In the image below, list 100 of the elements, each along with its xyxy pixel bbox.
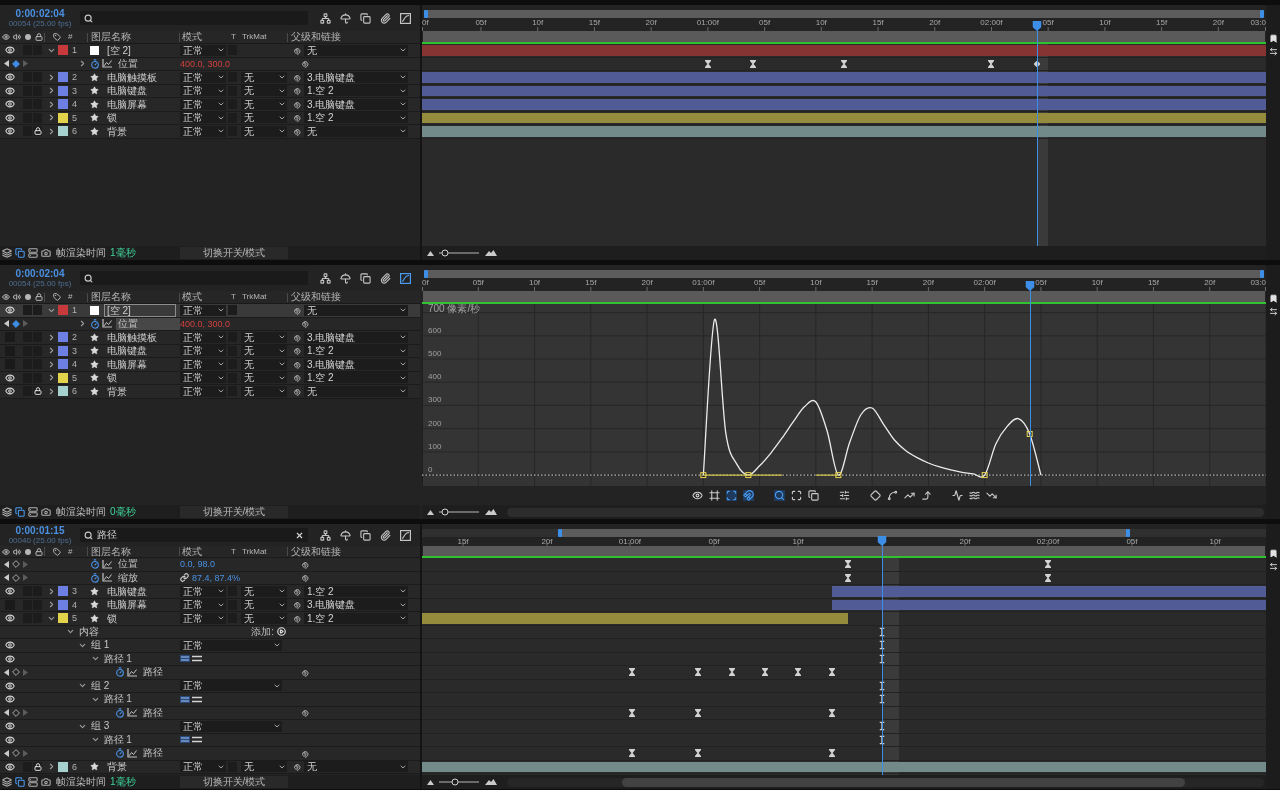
hourglass-keyframe-icon[interactable]: [795, 668, 801, 677]
label-color-swatch[interactable]: [58, 761, 68, 772]
paperclip-icon[interactable]: [380, 12, 391, 24]
current-time[interactable]: 0:00:02:04: [15, 268, 65, 279]
maximize-icon[interactable]: [790, 490, 802, 501]
layer-row[interactable]: 1 [空 2] 正常 无: [0, 44, 420, 58]
layer-bar[interactable]: [422, 761, 1266, 772]
chevron-right-icon[interactable]: [47, 86, 56, 96]
label-color-swatch[interactable]: [58, 372, 68, 383]
blend-mode-dropdown[interactable]: 正常: [180, 385, 226, 397]
layer-name[interactable]: 电脑屏幕: [104, 598, 150, 612]
stopwatch-icon[interactable]: [115, 707, 125, 718]
server-icon[interactable]: [28, 248, 38, 258]
close-icon[interactable]: [295, 530, 304, 540]
label-color-swatch[interactable]: [58, 72, 68, 83]
diamond-icon[interactable]: [12, 59, 20, 68]
parent-dropdown[interactable]: 1.空 2: [304, 612, 408, 624]
blend-mode-dropdown[interactable]: 正常: [180, 358, 226, 370]
hourglass-keyframe-icon[interactable]: [750, 59, 757, 68]
blend-mode-dropdown[interactable]: 正常: [180, 125, 226, 137]
blend-mode-dropdown[interactable]: 正常: [180, 585, 226, 597]
curve-box-icon[interactable]: [400, 12, 411, 24]
triangle-left-icon[interactable]: [4, 749, 9, 757]
eye-icon[interactable]: [5, 126, 15, 137]
column-header[interactable]: 图层名称: [88, 31, 131, 43]
umbrella-icon[interactable]: [340, 12, 351, 24]
label-color-swatch[interactable]: [58, 586, 68, 597]
layer-row[interactable]: 6 背景 正常 无 无: [0, 125, 420, 139]
blend-mode-dropdown[interactable]: 正常: [180, 304, 226, 316]
horizontal-scrollbar[interactable]: [507, 777, 1264, 787]
search-icon[interactable]: [773, 490, 785, 501]
column-header[interactable]: TrkMat: [242, 546, 267, 557]
graph-icon[interactable]: [127, 667, 137, 677]
hourglass-keyframe-icon[interactable]: [829, 749, 835, 758]
label-color-swatch[interactable]: [58, 85, 68, 96]
column-header[interactable]: 父级和链接: [288, 545, 341, 558]
chevron-right-icon[interactable]: [47, 600, 56, 610]
graph-icon[interactable]: [102, 59, 112, 69]
keyframe-marker[interactable]: [700, 472, 707, 479]
group-name[interactable]: 组 2: [91, 679, 110, 692]
parent-dropdown[interactable]: 3.电脑键盘: [304, 331, 408, 343]
lines-icon[interactable]: [192, 655, 202, 663]
layer-name[interactable]: 电脑键盘: [104, 584, 150, 598]
track-matte-dropdown[interactable]: 无: [241, 345, 287, 357]
camera-icon[interactable]: [41, 777, 51, 787]
network-icon[interactable]: [320, 12, 331, 24]
large-mountain-icon[interactable]: [485, 509, 497, 515]
small-mountain-icon[interactable]: [427, 779, 434, 785]
scrollbar-thumb[interactable]: [622, 777, 1185, 787]
label-color-swatch[interactable]: [58, 305, 68, 316]
navigator-start-handle[interactable]: [558, 529, 562, 537]
zoom-slider-thumb[interactable]: [441, 249, 449, 257]
spiral-icon[interactable]: [300, 708, 309, 718]
stopwatch-icon[interactable]: [90, 318, 100, 329]
blend-mode-dropdown[interactable]: 正常: [180, 98, 226, 110]
property-value[interactable]: 87.4, 87.4%: [192, 571, 241, 584]
hourglass-keyframe-icon[interactable]: [1045, 560, 1051, 569]
lock-toggle[interactable]: [33, 126, 42, 137]
blend-mode-dropdown[interactable]: 正常: [180, 599, 226, 611]
frame-icon[interactable]: [708, 490, 720, 501]
camera-icon[interactable]: [41, 248, 51, 258]
eye-icon[interactable]: [5, 386, 15, 397]
chevron-right-icon[interactable]: [47, 762, 56, 772]
umbrella-icon[interactable]: [340, 272, 351, 284]
layer-name[interactable]: 电脑键盘: [104, 344, 150, 358]
layer-row[interactable]: 4 电脑屏幕 正常 无 3.电脑键盘: [0, 358, 420, 372]
parent-dropdown[interactable]: 无: [304, 304, 408, 316]
parent-dropdown[interactable]: 无: [304, 125, 408, 137]
blend-mode-dropdown[interactable]: 正常: [180, 720, 282, 732]
parent-dropdown[interactable]: 1.空 2: [304, 585, 408, 597]
blend-mode-dropdown[interactable]: 正常: [180, 680, 282, 692]
hourglass-keyframe-icon[interactable]: [695, 708, 701, 717]
lines-box-icon[interactable]: [180, 736, 190, 744]
spiral-icon[interactable]: [300, 667, 309, 677]
property-name[interactable]: 位置: [116, 558, 180, 571]
eye-icon[interactable]: [5, 640, 15, 651]
layers-icon[interactable]: [2, 248, 12, 258]
paperclip-icon[interactable]: [380, 272, 391, 284]
toggle-switches-modes-button[interactable]: 切换开关/模式: [180, 247, 288, 259]
label-color-swatch[interactable]: [58, 332, 68, 343]
current-time[interactable]: 0:00:01:15: [15, 525, 65, 536]
label-color-swatch[interactable]: [58, 112, 68, 123]
track-matte-dropdown[interactable]: 无: [241, 612, 287, 624]
column-header[interactable]: 模式: [180, 291, 202, 303]
group-row[interactable]: 组 3 正常: [0, 720, 420, 734]
parent-dropdown[interactable]: 无: [304, 761, 408, 773]
label-color-swatch[interactable]: [58, 359, 68, 370]
copy-icon[interactable]: [360, 272, 371, 284]
keyframe-marker[interactable]: [981, 472, 988, 479]
layer-name[interactable]: 背景: [104, 760, 130, 774]
group-name[interactable]: 组 1: [91, 639, 110, 652]
layers-icon[interactable]: [2, 777, 12, 787]
curve-box-icon[interactable]: [400, 272, 411, 284]
graph-icon[interactable]: [102, 559, 112, 569]
arrow-left-right-icon[interactable]: [1268, 562, 1278, 571]
column-header[interactable]: 图层名称: [88, 291, 131, 303]
track-matte-dropdown[interactable]: 无: [241, 125, 287, 137]
column-header[interactable]: 父级和链接: [288, 291, 341, 303]
hourglass-keyframe-icon[interactable]: [695, 668, 701, 677]
graph-icon[interactable]: [127, 748, 137, 758]
